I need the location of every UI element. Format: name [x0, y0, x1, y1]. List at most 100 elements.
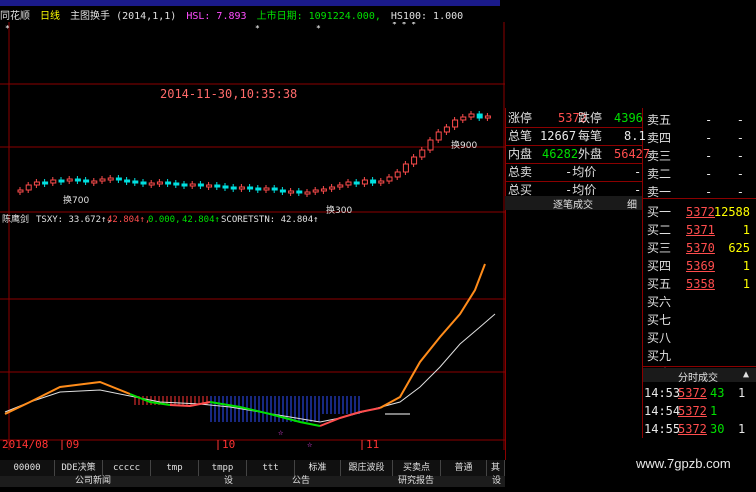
research-tab[interactable]: 研究报告	[398, 476, 434, 487]
tick-volume: 1	[710, 404, 718, 418]
news-tab[interactable]: 公司新闻	[75, 476, 111, 487]
settings-tab[interactable]: 设	[224, 476, 233, 487]
candle	[124, 179, 131, 183]
tick-time: 14:53	[644, 386, 681, 400]
orderbook-price: 5358	[686, 277, 715, 291]
quote-label: -均价	[565, 165, 597, 179]
candle	[148, 182, 155, 186]
orderbook-price: 5372	[686, 205, 715, 219]
orderbook-volume: 12588	[713, 205, 750, 219]
orange-indicator-line	[4, 380, 131, 415]
detail-button[interactable]: 细	[627, 196, 637, 211]
tick-flag: 1	[738, 386, 746, 400]
period-label[interactable]: 日线	[40, 11, 60, 22]
candle	[435, 131, 442, 141]
tick-time: 14:54	[644, 404, 681, 418]
indicator-tab[interactable]: tmp	[151, 460, 199, 476]
orderbook-volume: 625	[728, 241, 750, 255]
candle	[353, 181, 360, 185]
indicator-tab[interactable]: DDE决策	[55, 460, 103, 476]
candle	[378, 180, 385, 184]
indicator-label: 主图换手 (2014,1,1)	[70, 11, 177, 22]
candle	[370, 179, 377, 184]
candle	[230, 186, 237, 190]
indicator-tab[interactable]: 其他	[487, 460, 505, 489]
indicator-tab[interactable]: ttt	[247, 460, 295, 476]
candle	[247, 186, 254, 190]
candle	[329, 186, 336, 190]
turnover-label-right: 换900	[451, 139, 477, 151]
quote-value: -	[634, 165, 642, 179]
star-signal: ☆	[278, 428, 284, 438]
indicator-tab[interactable]: 00000	[0, 460, 55, 476]
orderbook-volume: -	[736, 149, 744, 163]
settings-tab-2[interactable]: 设	[492, 476, 501, 487]
star-marker: * * *	[392, 22, 416, 29]
candle	[58, 179, 65, 183]
indicator-tab[interactable]: 买卖点	[393, 460, 441, 476]
candle	[173, 182, 180, 186]
orderbook-price: -	[705, 167, 713, 181]
candle	[476, 113, 483, 119]
indicator-tab[interactable]: 普通	[441, 460, 487, 476]
indicator-tab[interactable]: ccccc	[103, 460, 151, 476]
candle	[320, 188, 327, 192]
candle	[255, 187, 262, 191]
tick-time: 14:55	[644, 422, 681, 436]
candle	[66, 178, 73, 182]
tsxy-value: TSXY: 33.672↑,	[36, 215, 112, 225]
indicator-tabs: 00000DDE决策ccccctmptmppttt标准跟庄波段买卖点普通其他	[0, 460, 505, 489]
candle	[345, 181, 352, 186]
candle	[394, 171, 401, 178]
quote-label: 外盘	[578, 147, 603, 161]
candle	[419, 149, 426, 158]
ticks-header: 分时成交 ▲	[643, 368, 756, 384]
candlestick-series	[17, 111, 491, 197]
app-name: 同花顺	[0, 11, 30, 22]
hs100-value: HS100: 1.000	[390, 11, 464, 22]
candle	[206, 184, 213, 188]
candle	[17, 189, 24, 193]
candle	[484, 115, 491, 119]
x-axis-label: 10	[222, 438, 235, 450]
orderbook-level-label: 买四	[647, 259, 672, 273]
tick-volume: 30	[710, 422, 725, 436]
candle	[50, 179, 57, 184]
candle	[460, 116, 467, 121]
quote-label: 跌停	[578, 111, 603, 125]
candle	[140, 181, 147, 185]
candle	[304, 191, 311, 195]
quote-value: 12667	[540, 129, 577, 143]
orderbook-level-label: 卖五	[647, 113, 672, 127]
ticks-toggle-icon[interactable]: ▲	[743, 369, 749, 380]
candle	[238, 186, 245, 190]
orderbook-volume: 1	[742, 223, 750, 237]
subchart-title: 陈鹰剑	[2, 213, 29, 225]
indicator-tab[interactable]: 跟庄波段	[341, 460, 393, 476]
orderbook-level-label: 买二	[647, 223, 672, 237]
candle	[83, 179, 90, 183]
red-indicator-line-2	[319, 407, 381, 427]
notice-tab[interactable]: 公告	[292, 476, 310, 487]
candle	[452, 119, 459, 128]
orderbook-price: -	[705, 149, 713, 163]
candle	[279, 189, 286, 193]
orderbook-volume: -	[736, 131, 744, 145]
candle	[402, 163, 409, 173]
candle	[312, 189, 319, 193]
candle	[468, 113, 475, 118]
value-3: 42.804↑	[182, 215, 220, 225]
candle	[91, 180, 98, 184]
quote-label: 每笔	[578, 129, 603, 143]
kline-chart[interactable]: 2014-11-30,10:35:38 换700 换900 换300 * * *…	[0, 22, 505, 450]
x-axis-label: 09	[66, 438, 79, 450]
trade-detail-button[interactable]: 逐笔成交	[553, 196, 593, 211]
orderbook-level-label: 买七	[647, 313, 672, 327]
ticks-title[interactable]: 分时成交	[678, 369, 718, 384]
candle	[132, 180, 139, 184]
indicator-tab[interactable]: tmpp	[199, 460, 247, 476]
quote-value: 46282	[542, 147, 579, 161]
candle	[214, 184, 221, 188]
top-tab-strip[interactable]	[0, 0, 500, 6]
indicator-tab[interactable]: 标准	[295, 460, 341, 476]
